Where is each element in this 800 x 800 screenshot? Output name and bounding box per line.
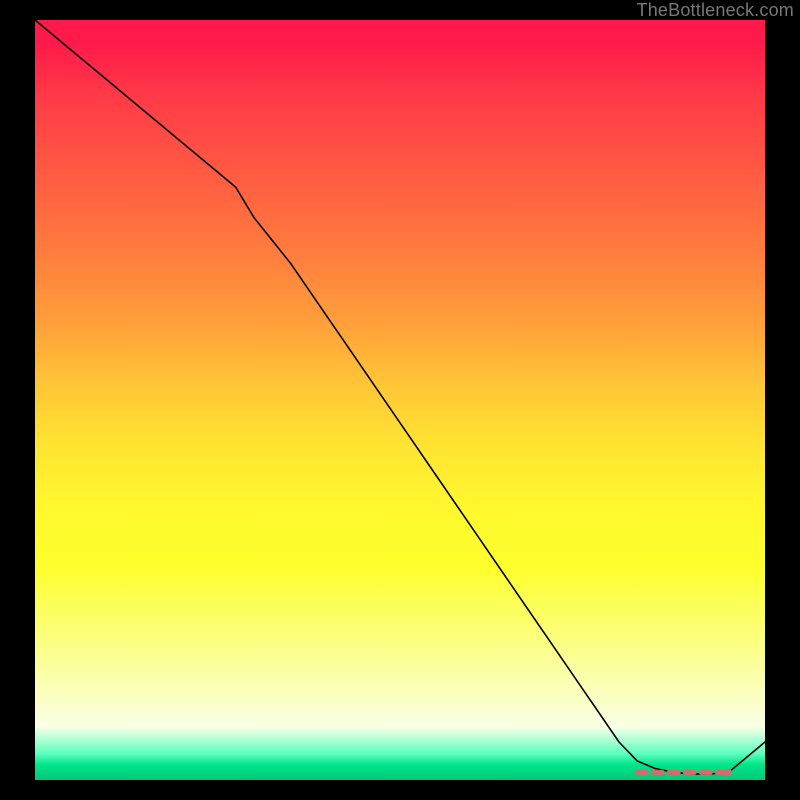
bottleneck-curve [35, 20, 765, 774]
watermark-text: TheBottleneck.com [637, 0, 794, 21]
endpoint-dot [725, 769, 732, 776]
plot-area [35, 20, 765, 780]
chart-svg [35, 20, 765, 780]
chart-stage: TheBottleneck.com [0, 0, 800, 800]
